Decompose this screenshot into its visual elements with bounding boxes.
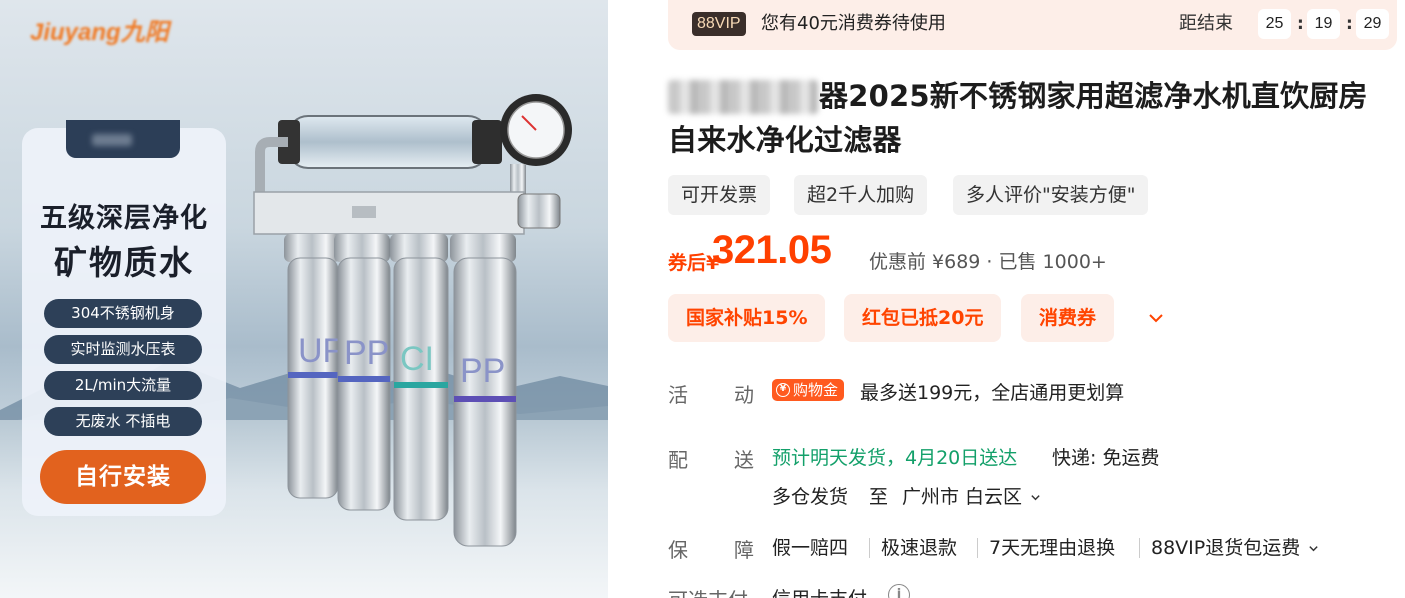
tag-review-highlight[interactable]: 多人评价"安装方便" — [953, 175, 1149, 215]
info-icon[interactable]: i — [888, 584, 910, 598]
coupon-national-subsidy[interactable]: 国家补贴15% — [668, 294, 826, 342]
filter-label-pp-2: PP — [460, 352, 505, 390]
chevron-down-icon — [1309, 546, 1318, 552]
vip-coupon-bar[interactable]: 88VIP 您有40元消费券待使用 距结束 25 : 19 : 29 — [668, 0, 1397, 50]
payment-method[interactable]: 信用卡支付 — [772, 584, 867, 598]
countdown-label: 距结束 — [1179, 13, 1233, 34]
headline-purification: 五级深层净化 — [40, 203, 208, 234]
row-label-guarantee: 保障 — [668, 538, 754, 562]
row-label-promotion: 活动 — [668, 383, 754, 407]
vip-coupon-message: 您有40元消费券待使用 — [761, 13, 946, 34]
divider — [977, 538, 978, 558]
feature-pill: 实时监测水压表 — [44, 335, 202, 364]
countdown-minutes: 19 — [1307, 9, 1340, 39]
coupon-red-packet[interactable]: 红包已抵20元 — [844, 294, 1002, 342]
filter-label-uf: UF — [298, 332, 343, 370]
coupon-consumption[interactable]: 消费券 — [1021, 294, 1115, 342]
water-purifier-illustration: UF PP CI PP — [253, 94, 572, 547]
price-value: 321.05 — [712, 228, 832, 272]
guarantee-item[interactable]: 假一赔四 — [772, 533, 848, 560]
headline-mineral-water: 矿物质水 — [54, 243, 194, 282]
divider — [1139, 538, 1140, 558]
gift-icon: ¥ — [776, 383, 790, 397]
delivery-estimate: 预计明天发货，4月20日送达 — [772, 447, 1018, 469]
countdown-separator: : — [1297, 14, 1304, 34]
card-tab — [66, 120, 180, 158]
product-title: 器2025新不锈钢家用超滤净水机直饮厨房自来水净化过滤器 — [668, 79, 1368, 157]
countdown-seconds: 29 — [1356, 9, 1389, 39]
filter-label-ci: CI — [400, 340, 434, 378]
guarantee-item[interactable]: 极速退款 — [881, 533, 957, 560]
guarantee-item[interactable]: 7天无理由退换 — [989, 533, 1115, 560]
tag-cart-adds[interactable]: 超2千人加购 — [794, 175, 928, 215]
delivery-origin: 多仓发货 — [772, 486, 849, 508]
row-label-payment: 可选支付 — [668, 584, 748, 598]
guarantee-item-vip-return[interactable]: 88VIP退货包运费 — [1151, 533, 1319, 560]
shipping-fee: 快递: 免运费 — [1052, 447, 1160, 469]
vip-badge: 88VIP — [692, 12, 746, 36]
chevron-down-icon — [1031, 495, 1040, 501]
delivery-destination-selector[interactable]: 广州市 白云区 — [902, 482, 1041, 509]
tag-invoice[interactable]: 可开发票 — [668, 175, 771, 215]
countdown-separator: : — [1346, 14, 1353, 34]
row-label-delivery: 配送 — [668, 448, 754, 472]
shopping-gold-badge[interactable]: ¥ 购物金 — [772, 379, 845, 401]
promotion-text[interactable]: 最多送199元，全店通用更划算 — [860, 378, 1124, 405]
chevron-down-icon[interactable] — [1144, 306, 1168, 330]
feature-pill: 304不锈钢机身 — [44, 299, 202, 328]
brand-logo: Jiuyang九阳 — [30, 19, 169, 46]
divider — [869, 538, 870, 558]
feature-pill: 无废水 不插电 — [44, 407, 202, 436]
promo-feature-card: 五级深层净化 矿物质水 304不锈钢机身 实时监测水压表 2L/min大流量 无… — [22, 120, 226, 516]
product-main-image[interactable]: Jiuyang九阳 UF PP CI PP 五级深层净化 矿物质水 304不锈钢… — [0, 0, 608, 598]
delivery-to: 至 — [869, 486, 889, 508]
self-install-badge: 自行安装 — [40, 450, 206, 504]
original-price-and-sales: 优惠前 ¥689 · 已售 1000+ — [869, 251, 1107, 273]
filter-label-pp: PP — [344, 334, 389, 372]
feature-pill: 2L/min大流量 — [44, 371, 202, 400]
countdown-hours: 25 — [1258, 9, 1291, 39]
